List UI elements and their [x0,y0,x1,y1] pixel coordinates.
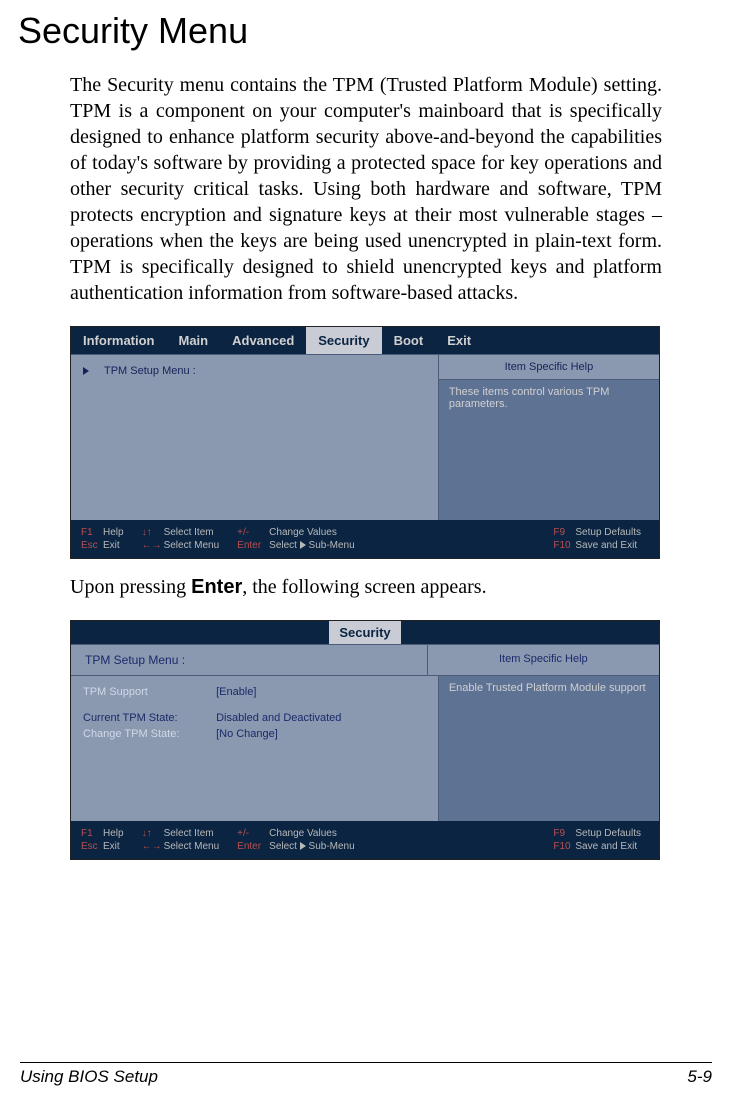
key-enter: Enter [237,539,269,552]
bios2-select-menu-label: Select Menu [164,841,220,852]
change-tpm-state-label: Change TPM State: [83,728,213,740]
bios-main-panel: TPM Setup Menu : [71,355,438,520]
key-arrows-v-icon: ↓↑ [142,526,164,539]
submenu-arrow-icon [83,365,89,377]
tpm-support-label: TPM Support [83,686,213,698]
tpm-setup-menu-item[interactable]: TPM Setup Menu : [83,365,426,377]
select-menu-label: Select Menu [164,540,220,551]
bios2-main-panel: TPM Support [Enable] Current TPM State: … [71,676,438,821]
key-plusminus: +/- [237,526,269,539]
bios2-change-values-label: Change Values [269,828,337,839]
bios2-key-arrows-h-icon: ←→ [142,840,164,853]
bios2-key-enter: Enter [237,840,269,853]
tab-security[interactable]: Security [306,327,381,354]
bios-menubar: Information Main Advanced Security Boot … [71,327,659,355]
tpm-support-row[interactable]: TPM Support [Enable] [83,686,426,698]
tab-exit[interactable]: Exit [435,327,483,354]
bios2-help-body: Enable Trusted Platform Module support [438,676,659,821]
current-tpm-state-label: Current TPM State: [83,712,213,724]
change-values-label: Change Values [269,527,337,538]
key-f1-label: Help [103,527,124,538]
key-esc-label: Exit [103,540,120,551]
bios2-key-f1: F1 [81,827,103,840]
bios2-key-esc-label: Exit [103,841,120,852]
select-submenu-pre: Select [269,540,300,551]
current-tpm-state-row: Current TPM State: Disabled and Deactiva… [83,712,426,724]
mid-paragraph: Upon pressing Enter, the following scree… [70,574,662,600]
tab-main[interactable]: Main [167,327,221,354]
page-title: Security Menu [18,10,732,52]
bios-footer-keys: F1Help EscExit ↓↑Select Item ←→Select Me… [71,520,659,558]
tab-boot[interactable]: Boot [382,327,436,354]
change-tpm-state-row[interactable]: Change TPM State: [No Change] [83,728,426,740]
help-panel-body: These items control various TPM paramete… [438,380,659,520]
bios2-select-submenu-pre: Select [269,841,300,852]
bios2-key-f9: F9 [553,827,575,840]
bios-screenshot-1: Information Main Advanced Security Boot … [70,326,660,559]
mid-sentence-pre: Upon pressing [70,576,191,598]
key-esc: Esc [81,539,103,552]
bios2-key-f10-label: Save and Exit [575,841,637,852]
bios2-footer-keys: F1Help EscExit ↓↑Select Item ←→Select Me… [71,821,659,859]
footer-right: 5-9 [687,1067,712,1087]
key-arrows-h-icon: ←→ [142,539,164,552]
select-item-label: Select Item [164,527,214,538]
bios2-key-arrows-v-icon: ↓↑ [142,827,164,840]
tab-information[interactable]: Information [71,327,167,354]
key-f1: F1 [81,526,103,539]
key-f10-label: Save and Exit [575,540,637,551]
bios-screenshot-2: Security TPM Setup Menu : Item Specific … [70,620,660,860]
bios2-select-item-label: Select Item [164,828,214,839]
current-tpm-state-value: Disabled and Deactivated [216,712,341,724]
key-f10: F10 [553,539,575,552]
key-f9-label: Setup Defaults [575,527,641,538]
tpm-setup-menu-label: TPM Setup Menu : [104,365,196,377]
footer-left: Using BIOS Setup [20,1067,158,1087]
mid-sentence-post: , the following screen appears. [242,576,486,598]
bios2-tab-security[interactable]: Security [329,621,400,644]
bios2-subtitle: TPM Setup Menu : [71,645,427,676]
bios2-key-esc: Esc [81,840,103,853]
page-footer: Using BIOS Setup 5-9 [20,1062,712,1087]
bios2-key-f9-label: Setup Defaults [575,828,641,839]
key-f9: F9 [553,526,575,539]
bios2-help-title: Item Specific Help [427,645,659,676]
mid-sentence-key: Enter [191,576,242,598]
tab-advanced[interactable]: Advanced [220,327,306,354]
select-submenu-post: Sub-Menu [306,540,355,551]
bios2-key-f1-label: Help [103,828,124,839]
change-tpm-state-value: [No Change] [216,728,278,740]
bios2-select-submenu-post: Sub-Menu [306,841,355,852]
bios2-key-plusminus: +/- [237,827,269,840]
bios2-key-f10: F10 [553,840,575,853]
tpm-support-value: [Enable] [216,686,256,698]
help-panel-title: Item Specific Help [438,355,659,380]
intro-paragraph: The Security menu contains the TPM (Trus… [70,72,662,306]
bios2-menubar: Security [71,621,659,645]
